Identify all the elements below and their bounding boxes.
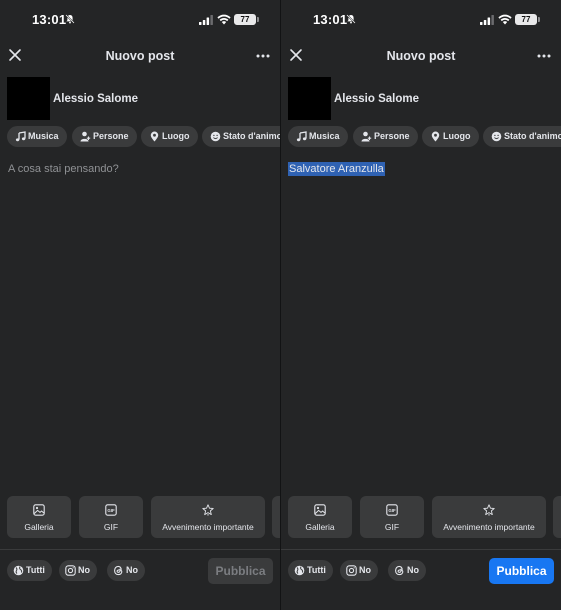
more-tools-button[interactable] xyxy=(272,496,280,538)
location-icon xyxy=(431,131,440,142)
chip-label: Musica xyxy=(309,131,340,141)
chip-feeling[interactable]: Stato d'animo xyxy=(483,126,561,147)
chip-label: Persone xyxy=(93,131,129,141)
bottom-divider xyxy=(281,549,561,550)
publish-button[interactable]: Pubblica xyxy=(208,558,273,584)
audience-everyone[interactable]: Tutti xyxy=(288,560,333,581)
star-icon xyxy=(202,504,214,516)
status-bar: 13:01 77 xyxy=(281,0,561,40)
more-tools-button[interactable] xyxy=(553,496,561,538)
chip-label: Stato d'animo xyxy=(223,131,280,141)
battery-indicator: 77 xyxy=(234,14,259,25)
status-time: 13:01 xyxy=(313,12,348,27)
chip-people[interactable]: Persone xyxy=(72,126,137,147)
star-icon xyxy=(483,504,495,516)
post-text-input[interactable]: Salvatore Aranzulla xyxy=(288,162,385,176)
avatar xyxy=(7,77,50,120)
wifi-icon xyxy=(217,14,231,25)
publish-button[interactable]: Pubblica xyxy=(489,558,554,584)
chip-label: Musica xyxy=(28,131,59,141)
instagram-icon xyxy=(346,565,357,576)
gif-icon: GIF xyxy=(105,504,117,516)
globe-icon xyxy=(294,565,305,576)
tool-label: Avvenimento importante xyxy=(162,522,254,532)
user-name: Alessio Salome xyxy=(334,93,420,105)
bell-muted-icon xyxy=(65,14,75,24)
post-header: Nuovo post xyxy=(281,42,561,70)
threads-icon xyxy=(395,565,404,576)
life-event-button[interactable]: Avvenimento importante xyxy=(151,496,265,538)
page-title: Nuovo post xyxy=(386,49,456,63)
chip-label: Stato d'animo xyxy=(504,131,561,141)
audience-label: No xyxy=(407,565,419,575)
audience-threads[interactable]: No xyxy=(388,560,426,581)
tool-label: Galleria xyxy=(24,522,54,532)
bell-muted-icon xyxy=(346,14,356,24)
screenshot-pair: 13:01 77 Nuovo post Alessio Salome Music… xyxy=(0,0,561,610)
status-time: 13:01 xyxy=(32,12,67,27)
audience-threads[interactable]: No xyxy=(107,560,145,581)
svg-text:GIF: GIF xyxy=(107,508,115,513)
more-icon[interactable] xyxy=(537,54,551,58)
chip-feeling[interactable]: Stato d'animo xyxy=(202,126,280,147)
chip-people[interactable]: Persone xyxy=(353,126,418,147)
music-icon xyxy=(296,131,307,142)
person-icon xyxy=(361,131,372,142)
signal-icon xyxy=(199,15,213,25)
chip-location[interactable]: Luogo xyxy=(141,126,198,147)
person-icon xyxy=(80,131,91,142)
tool-label: GIF xyxy=(103,522,119,532)
music-icon xyxy=(15,131,26,142)
gif-button[interactable]: GIF GIF xyxy=(360,496,424,538)
audience-instagram[interactable]: No xyxy=(59,560,97,581)
audience-instagram[interactable]: No xyxy=(340,560,378,581)
avatar xyxy=(288,77,331,120)
tool-label: Avvenimento importante xyxy=(443,522,535,532)
page-title: Nuovo post xyxy=(105,49,175,63)
more-icon[interactable] xyxy=(256,54,270,58)
signal-icon xyxy=(480,15,494,25)
status-bar: 13:01 77 xyxy=(0,0,280,40)
globe-icon xyxy=(13,565,24,576)
chip-label: Luogo xyxy=(162,131,190,141)
threads-icon xyxy=(114,565,123,576)
user-name: Alessio Salome xyxy=(53,93,139,105)
wifi-icon xyxy=(498,14,512,25)
life-event-button[interactable]: Avvenimento importante xyxy=(432,496,546,538)
post-header: Nuovo post xyxy=(0,42,280,70)
gif-icon: GIF xyxy=(386,504,398,516)
gallery-button[interactable]: Galleria xyxy=(7,496,71,538)
location-icon xyxy=(150,131,159,142)
gallery-button[interactable]: Galleria xyxy=(288,496,352,538)
audience-everyone[interactable]: Tutti xyxy=(7,560,52,581)
battery-indicator: 77 xyxy=(515,14,540,25)
audience-label: No xyxy=(78,565,90,575)
chip-label: Persone xyxy=(374,131,410,141)
chip-music[interactable]: Musica xyxy=(288,126,348,147)
audience-label: No xyxy=(359,565,371,575)
chip-music[interactable]: Musica xyxy=(7,126,67,147)
tool-label: GIF xyxy=(384,522,400,532)
audience-label: Tutti xyxy=(26,565,45,575)
audience-label: No xyxy=(126,565,138,575)
screen-typed-post: 13:01 77 Nuovo post Alessio Salome Music… xyxy=(281,0,561,610)
post-text-input[interactable]: A cosa stai pensando? xyxy=(8,163,119,175)
screen-empty-post: 13:01 77 Nuovo post Alessio Salome Music… xyxy=(0,0,280,610)
emoji-icon xyxy=(491,131,502,142)
audience-label: Tutti xyxy=(307,565,326,575)
svg-text:GIF: GIF xyxy=(388,508,396,513)
emoji-icon xyxy=(210,131,221,142)
gif-button[interactable]: GIF GIF xyxy=(79,496,143,538)
bottom-divider xyxy=(0,549,280,550)
instagram-icon xyxy=(65,565,76,576)
tool-label: Galleria xyxy=(305,522,335,532)
gallery-icon xyxy=(314,504,326,516)
chip-label: Luogo xyxy=(443,131,471,141)
chip-location[interactable]: Luogo xyxy=(422,126,479,147)
gallery-icon xyxy=(33,504,45,516)
